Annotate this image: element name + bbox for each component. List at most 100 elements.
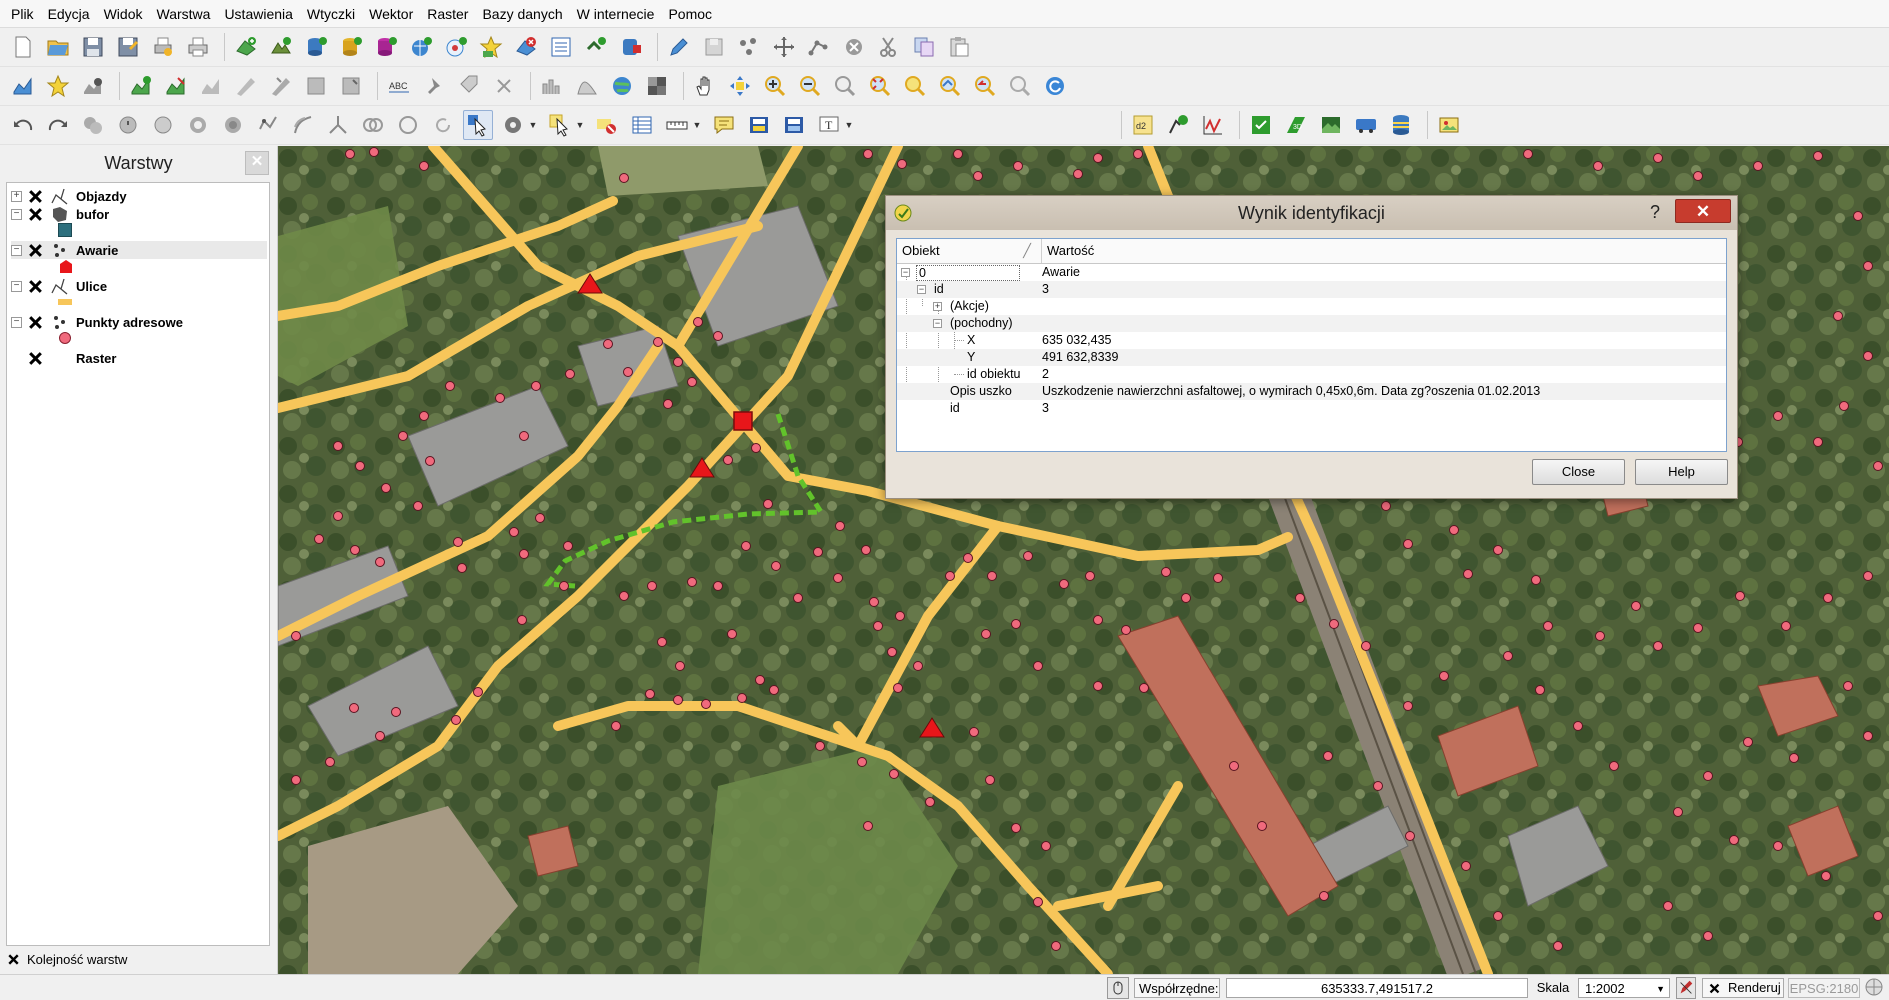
undo-button[interactable] [8,110,38,140]
stop-render-button[interactable] [1676,977,1696,999]
remove-layer-button[interactable] [511,32,541,62]
delete-ring-button[interactable] [301,71,331,101]
layer-row-ulice[interactable]: − Ulice [11,277,267,295]
advanced-digitize-button[interactable] [78,110,108,140]
result-row-derived[interactable]: − (pochodny) [897,315,1726,332]
new-bookmark-button[interactable] [744,110,774,140]
zoom-last-button[interactable] [970,71,1000,101]
messages-button[interactable] [1864,977,1886,999]
add-ring-tool-button[interactable] [183,110,213,140]
pin-labels-button[interactable] [419,71,449,101]
split-features-button[interactable] [323,110,353,140]
result-row-feature-id[interactable]: id obiektu 2 [897,366,1726,383]
menu-bazy-danych[interactable]: Bazy danych [475,0,569,28]
simplify-feature-button[interactable] [148,110,178,140]
label-button[interactable]: ABC [384,71,414,101]
measure-line-button[interactable] [662,110,692,140]
add-feature-button[interactable] [734,32,764,62]
pan-button[interactable] [690,71,720,101]
menu-pomoc[interactable]: Pomoc [661,0,719,28]
toggle-extents-button[interactable] [1107,977,1129,999]
dialog-titlebar[interactable]: Wynik identyfikacji ? ✕ [886,196,1737,230]
menu-raster[interactable]: Raster [420,0,475,28]
add-mssql-layer-button[interactable] [371,32,401,62]
new-shapefile-button[interactable] [476,32,506,62]
collapse-icon[interactable]: − [11,244,22,256]
coordinates-field[interactable]: 635333.7,491517.2 [1226,978,1528,998]
vehicle-plugin-button[interactable] [1351,110,1381,140]
column-header-wartosc[interactable]: Wartość [1042,239,1726,263]
select-features-button[interactable] [545,110,575,140]
layer-order-checkbox[interactable] [8,954,20,966]
zoom-selection-button[interactable] [900,71,930,101]
expand-icon[interactable]: + [933,302,942,311]
layer-visibility-checkbox[interactable] [28,207,43,222]
graphical-modeler-button[interactable]: 3D [1281,110,1311,140]
zoom-out-button[interactable] [795,71,825,101]
profile-tool-button[interactable] [1198,110,1228,140]
open-attribute-table-button[interactable] [627,110,657,140]
zoom-full-button[interactable] [865,71,895,101]
raster-histogram-button[interactable] [537,71,567,101]
digitize-line-button[interactable] [8,71,38,101]
layer-order-toggle[interactable]: Kolejność warstw [6,952,127,967]
add-postgis-layer-button[interactable] [301,32,331,62]
layer-row-awarie[interactable]: − Awarie [11,241,267,259]
scale-combobox[interactable]: 1:2002 ▼ [1578,978,1670,998]
db-manager-button[interactable] [1386,110,1416,140]
add-part-button[interactable] [266,71,296,101]
layer-visibility-checkbox[interactable] [28,279,43,294]
annotation-dropdown[interactable]: ▼ [843,120,855,130]
layer-visibility-checkbox[interactable] [28,189,43,204]
georeferencer-button[interactable] [607,71,637,101]
print-composer-button[interactable] [148,32,178,62]
map-tips-button[interactable] [709,110,739,140]
layer-row-objazdy[interactable]: + Objazdy [11,187,267,205]
refresh-button[interactable] [1040,71,1070,101]
offset-curve-button[interactable] [288,110,318,140]
cut-features-button[interactable] [874,32,904,62]
dialog-help-icon-button[interactable]: ? [1643,199,1667,225]
zoom-layer-button[interactable] [935,71,965,101]
select-features-dropdown[interactable]: ▼ [574,120,586,130]
add-wms-layer-button[interactable] [406,32,436,62]
processing-toolbox-button[interactable] [1246,110,1276,140]
menu-edycja[interactable]: Edycja [41,0,97,28]
menu-wtyczki[interactable]: Wtyczki [300,0,362,28]
layer-visibility-checkbox[interactable] [28,351,43,366]
menu-widok[interactable]: Widok [97,0,150,28]
layer-row-bufor[interactable]: − bufor [11,205,267,223]
result-row-actions[interactable]: + (Akcje) [897,298,1726,315]
result-row-feature[interactable]: − id 3 [897,281,1726,298]
paste-features-button[interactable] [944,32,974,62]
fill-ring-button[interactable] [218,110,248,140]
layer-row-punkty-adresowe[interactable]: − Punkty adresowe [11,313,267,331]
collapse-icon[interactable]: − [917,285,926,294]
zoom-next-button[interactable] [1005,71,1035,101]
dialog-close-icon-button[interactable]: ✕ [1675,199,1731,223]
run-action-dropdown[interactable]: ▼ [527,120,539,130]
delete-selected-button[interactable] [839,32,869,62]
menu-wektor[interactable]: Wektor [362,0,420,28]
save-edits-button[interactable] [699,32,729,62]
add-ring-button[interactable] [231,71,261,101]
add-delimited-text-button[interactable] [546,32,576,62]
add-wfs-layer-button[interactable] [581,32,611,62]
node-tool-button[interactable] [804,32,834,62]
d2s-plugin-button[interactable]: d2 [1128,110,1158,140]
collapse-icon[interactable]: − [933,319,942,328]
new-project-button[interactable] [8,32,38,62]
add-oracle-layer-button[interactable] [616,32,646,62]
menu-plik[interactable]: Plik [4,0,41,28]
add-spatialite-layer-button[interactable] [336,32,366,62]
add-vector-layer-button[interactable] [231,32,261,62]
collapse-icon[interactable]: − [11,316,22,328]
result-row-x[interactable]: X 635 032,435 [897,332,1726,349]
result-row-description[interactable]: Opis uszko Uszkodzenie nawierzchni asfal… [897,383,1726,400]
render-toggle[interactable]: Renderuj [1702,978,1784,998]
result-row-y[interactable]: Y 491 632,8339 [897,349,1726,366]
layers-panel-close-button[interactable]: ✕ [245,151,269,175]
add-raster-layer-button[interactable] [266,32,296,62]
stretch-histogram-button[interactable] [572,71,602,101]
collapse-icon[interactable]: − [11,280,22,292]
